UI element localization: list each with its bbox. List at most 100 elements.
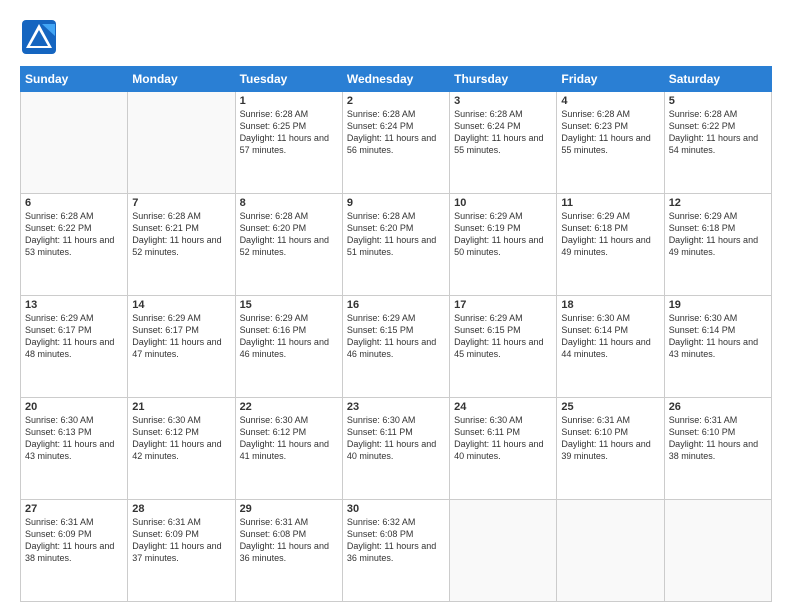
- calendar-cell: 10Sunrise: 6:29 AM Sunset: 6:19 PM Dayli…: [450, 194, 557, 296]
- day-info: Sunrise: 6:28 AM Sunset: 6:24 PM Dayligh…: [347, 108, 445, 157]
- day-number: 22: [240, 401, 338, 413]
- calendar-week-3: 20Sunrise: 6:30 AM Sunset: 6:13 PM Dayli…: [21, 398, 772, 500]
- day-info: Sunrise: 6:30 AM Sunset: 6:14 PM Dayligh…: [669, 312, 767, 361]
- day-number: 24: [454, 401, 552, 413]
- day-info: Sunrise: 6:30 AM Sunset: 6:11 PM Dayligh…: [347, 414, 445, 463]
- day-info: Sunrise: 6:28 AM Sunset: 6:25 PM Dayligh…: [240, 108, 338, 157]
- calendar-cell: 13Sunrise: 6:29 AM Sunset: 6:17 PM Dayli…: [21, 296, 128, 398]
- calendar-cell: 26Sunrise: 6:31 AM Sunset: 6:10 PM Dayli…: [664, 398, 771, 500]
- day-info: Sunrise: 6:28 AM Sunset: 6:24 PM Dayligh…: [454, 108, 552, 157]
- calendar-cell: 3Sunrise: 6:28 AM Sunset: 6:24 PM Daylig…: [450, 92, 557, 194]
- day-info: Sunrise: 6:30 AM Sunset: 6:11 PM Dayligh…: [454, 414, 552, 463]
- calendar-cell: 30Sunrise: 6:32 AM Sunset: 6:08 PM Dayli…: [342, 500, 449, 602]
- calendar-header-saturday: Saturday: [664, 67, 771, 92]
- day-info: Sunrise: 6:29 AM Sunset: 6:15 PM Dayligh…: [347, 312, 445, 361]
- day-number: 15: [240, 299, 338, 311]
- day-info: Sunrise: 6:29 AM Sunset: 6:17 PM Dayligh…: [132, 312, 230, 361]
- day-info: Sunrise: 6:28 AM Sunset: 6:22 PM Dayligh…: [669, 108, 767, 157]
- day-info: Sunrise: 6:29 AM Sunset: 6:15 PM Dayligh…: [454, 312, 552, 361]
- day-number: 14: [132, 299, 230, 311]
- calendar-cell: 6Sunrise: 6:28 AM Sunset: 6:22 PM Daylig…: [21, 194, 128, 296]
- calendar-cell: [21, 92, 128, 194]
- calendar-cell: 8Sunrise: 6:28 AM Sunset: 6:20 PM Daylig…: [235, 194, 342, 296]
- day-number: 16: [347, 299, 445, 311]
- calendar-week-2: 13Sunrise: 6:29 AM Sunset: 6:17 PM Dayli…: [21, 296, 772, 398]
- calendar-header-tuesday: Tuesday: [235, 67, 342, 92]
- day-number: 20: [25, 401, 123, 413]
- header: [20, 18, 772, 56]
- calendar-cell: [128, 92, 235, 194]
- day-info: Sunrise: 6:30 AM Sunset: 6:13 PM Dayligh…: [25, 414, 123, 463]
- calendar-cell: 2Sunrise: 6:28 AM Sunset: 6:24 PM Daylig…: [342, 92, 449, 194]
- day-number: 29: [240, 503, 338, 515]
- calendar-week-4: 27Sunrise: 6:31 AM Sunset: 6:09 PM Dayli…: [21, 500, 772, 602]
- day-number: 21: [132, 401, 230, 413]
- calendar-cell: 5Sunrise: 6:28 AM Sunset: 6:22 PM Daylig…: [664, 92, 771, 194]
- day-info: Sunrise: 6:29 AM Sunset: 6:17 PM Dayligh…: [25, 312, 123, 361]
- day-number: 17: [454, 299, 552, 311]
- day-number: 11: [561, 197, 659, 209]
- calendar-header-friday: Friday: [557, 67, 664, 92]
- logo: [20, 18, 62, 56]
- day-info: Sunrise: 6:30 AM Sunset: 6:14 PM Dayligh…: [561, 312, 659, 361]
- day-info: Sunrise: 6:32 AM Sunset: 6:08 PM Dayligh…: [347, 516, 445, 565]
- day-info: Sunrise: 6:28 AM Sunset: 6:21 PM Dayligh…: [132, 210, 230, 259]
- calendar-header-wednesday: Wednesday: [342, 67, 449, 92]
- day-number: 30: [347, 503, 445, 515]
- day-info: Sunrise: 6:31 AM Sunset: 6:10 PM Dayligh…: [561, 414, 659, 463]
- day-number: 8: [240, 197, 338, 209]
- calendar-cell: 19Sunrise: 6:30 AM Sunset: 6:14 PM Dayli…: [664, 296, 771, 398]
- day-number: 6: [25, 197, 123, 209]
- day-number: 10: [454, 197, 552, 209]
- day-info: Sunrise: 6:28 AM Sunset: 6:23 PM Dayligh…: [561, 108, 659, 157]
- day-info: Sunrise: 6:29 AM Sunset: 6:19 PM Dayligh…: [454, 210, 552, 259]
- day-info: Sunrise: 6:28 AM Sunset: 6:20 PM Dayligh…: [240, 210, 338, 259]
- calendar-header-thursday: Thursday: [450, 67, 557, 92]
- calendar-cell: 24Sunrise: 6:30 AM Sunset: 6:11 PM Dayli…: [450, 398, 557, 500]
- day-info: Sunrise: 6:28 AM Sunset: 6:20 PM Dayligh…: [347, 210, 445, 259]
- calendar-cell: 11Sunrise: 6:29 AM Sunset: 6:18 PM Dayli…: [557, 194, 664, 296]
- day-number: 9: [347, 197, 445, 209]
- calendar-cell: 22Sunrise: 6:30 AM Sunset: 6:12 PM Dayli…: [235, 398, 342, 500]
- logo-icon: [20, 18, 58, 56]
- day-number: 5: [669, 95, 767, 107]
- calendar-header-row: SundayMondayTuesdayWednesdayThursdayFrid…: [21, 67, 772, 92]
- day-number: 18: [561, 299, 659, 311]
- day-info: Sunrise: 6:28 AM Sunset: 6:22 PM Dayligh…: [25, 210, 123, 259]
- day-number: 12: [669, 197, 767, 209]
- day-number: 28: [132, 503, 230, 515]
- calendar-cell: 17Sunrise: 6:29 AM Sunset: 6:15 PM Dayli…: [450, 296, 557, 398]
- day-info: Sunrise: 6:31 AM Sunset: 6:09 PM Dayligh…: [132, 516, 230, 565]
- calendar-cell: 1Sunrise: 6:28 AM Sunset: 6:25 PM Daylig…: [235, 92, 342, 194]
- calendar-cell: 9Sunrise: 6:28 AM Sunset: 6:20 PM Daylig…: [342, 194, 449, 296]
- day-info: Sunrise: 6:29 AM Sunset: 6:16 PM Dayligh…: [240, 312, 338, 361]
- day-number: 7: [132, 197, 230, 209]
- calendar-cell: 12Sunrise: 6:29 AM Sunset: 6:18 PM Dayli…: [664, 194, 771, 296]
- day-info: Sunrise: 6:30 AM Sunset: 6:12 PM Dayligh…: [132, 414, 230, 463]
- calendar-cell: 29Sunrise: 6:31 AM Sunset: 6:08 PM Dayli…: [235, 500, 342, 602]
- calendar-cell: [557, 500, 664, 602]
- calendar-week-0: 1Sunrise: 6:28 AM Sunset: 6:25 PM Daylig…: [21, 92, 772, 194]
- day-info: Sunrise: 6:31 AM Sunset: 6:10 PM Dayligh…: [669, 414, 767, 463]
- calendar-cell: 20Sunrise: 6:30 AM Sunset: 6:13 PM Dayli…: [21, 398, 128, 500]
- day-number: 13: [25, 299, 123, 311]
- calendar-cell: 21Sunrise: 6:30 AM Sunset: 6:12 PM Dayli…: [128, 398, 235, 500]
- calendar-cell: 16Sunrise: 6:29 AM Sunset: 6:15 PM Dayli…: [342, 296, 449, 398]
- calendar-header-sunday: Sunday: [21, 67, 128, 92]
- day-number: 1: [240, 95, 338, 107]
- day-number: 3: [454, 95, 552, 107]
- calendar-cell: 14Sunrise: 6:29 AM Sunset: 6:17 PM Dayli…: [128, 296, 235, 398]
- calendar-cell: 23Sunrise: 6:30 AM Sunset: 6:11 PM Dayli…: [342, 398, 449, 500]
- day-number: 2: [347, 95, 445, 107]
- calendar-cell: 25Sunrise: 6:31 AM Sunset: 6:10 PM Dayli…: [557, 398, 664, 500]
- day-info: Sunrise: 6:29 AM Sunset: 6:18 PM Dayligh…: [669, 210, 767, 259]
- calendar-cell: 18Sunrise: 6:30 AM Sunset: 6:14 PM Dayli…: [557, 296, 664, 398]
- day-number: 23: [347, 401, 445, 413]
- calendar-cell: 27Sunrise: 6:31 AM Sunset: 6:09 PM Dayli…: [21, 500, 128, 602]
- day-number: 27: [25, 503, 123, 515]
- day-info: Sunrise: 6:29 AM Sunset: 6:18 PM Dayligh…: [561, 210, 659, 259]
- calendar-cell: 7Sunrise: 6:28 AM Sunset: 6:21 PM Daylig…: [128, 194, 235, 296]
- day-info: Sunrise: 6:31 AM Sunset: 6:09 PM Dayligh…: [25, 516, 123, 565]
- day-number: 4: [561, 95, 659, 107]
- day-info: Sunrise: 6:30 AM Sunset: 6:12 PM Dayligh…: [240, 414, 338, 463]
